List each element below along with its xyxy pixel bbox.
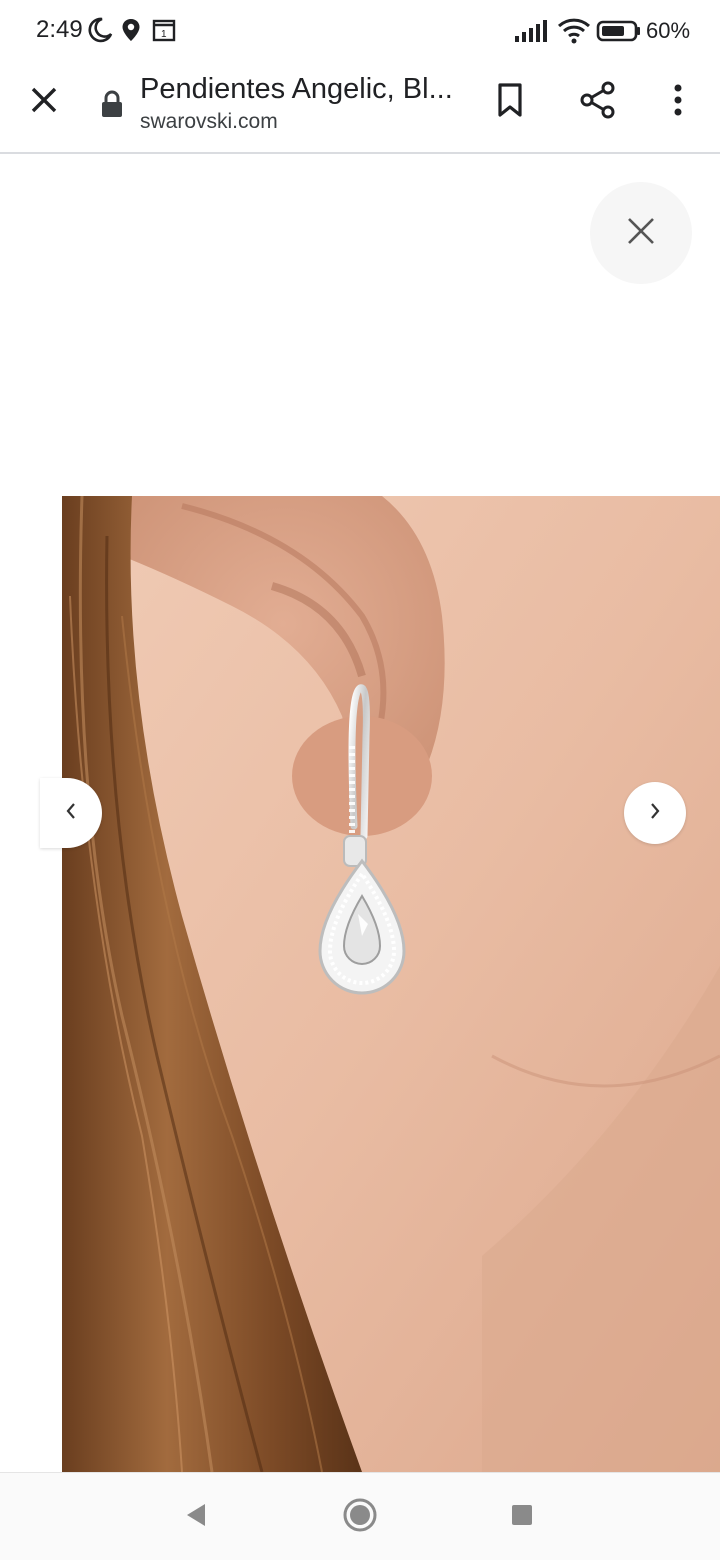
close-tab-button[interactable] — [20, 78, 68, 126]
status-time: 2:49 — [36, 16, 83, 43]
chevron-left-icon — [64, 801, 78, 826]
calendar-icon: 1 — [150, 16, 180, 46]
recents-square-icon — [509, 1502, 535, 1533]
chevron-right-icon — [648, 801, 662, 826]
share-icon — [579, 81, 617, 124]
battery-icon — [596, 16, 644, 46]
gallery-close-button[interactable] — [590, 182, 692, 284]
browser-toolbar: Pendientes Angelic, Bl... swarovski.com — [0, 64, 720, 154]
signal-icon — [512, 16, 552, 46]
home-circle-icon — [342, 1497, 378, 1538]
page-title: Pendientes Angelic, Bl... — [140, 73, 453, 105]
page-url: swarovski.com — [140, 110, 278, 133]
status-bar: 2:49 1 60% — [0, 0, 720, 64]
location-pin-icon — [118, 16, 148, 46]
bookmark-icon — [495, 82, 525, 123]
wifi-icon — [556, 16, 592, 46]
battery-percent: 60% — [646, 18, 691, 43]
earring-on-ear-photo[interactable] — [62, 496, 720, 1472]
system-navigation-bar — [0, 1472, 720, 1560]
more-vert-icon — [673, 83, 683, 122]
moon-icon — [86, 16, 116, 46]
address-area[interactable]: Pendientes Angelic, Bl... swarovski.com — [140, 70, 460, 136]
home-button[interactable] — [340, 1497, 380, 1537]
share-button[interactable] — [574, 78, 622, 126]
bookmark-button[interactable] — [486, 78, 534, 126]
back-triangle-icon — [183, 1501, 209, 1534]
lock-icon[interactable] — [92, 80, 132, 128]
svg-text:1: 1 — [161, 29, 167, 40]
recents-button[interactable] — [502, 1497, 542, 1537]
more-options-button[interactable] — [654, 78, 702, 126]
close-icon — [29, 85, 59, 120]
back-button[interactable] — [176, 1497, 216, 1537]
next-image-button[interactable] — [624, 782, 686, 844]
product-gallery — [0, 156, 720, 1472]
close-icon — [626, 216, 656, 251]
